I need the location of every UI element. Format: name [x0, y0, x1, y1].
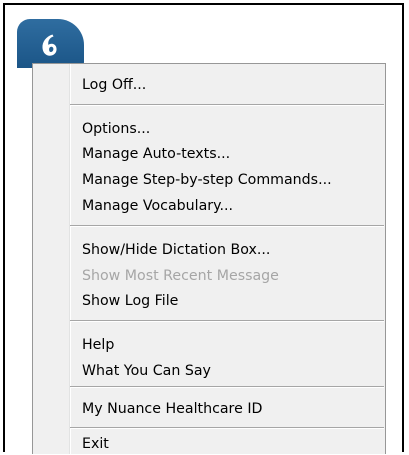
menu-item-options[interactable]: Options...: [82, 118, 381, 140]
menu-item-my-nuance-healthcare-id[interactable]: My Nuance Healthcare ID: [82, 398, 381, 420]
menu-item-show-hide-dictation-box[interactable]: Show/Hide Dictation Box...: [82, 239, 381, 261]
menu-item-show-log-file[interactable]: Show Log File: [82, 290, 381, 312]
app-context-menu: Log Off... Options... Manage Auto-texts.…: [32, 63, 386, 454]
menu-item-manage-auto-texts[interactable]: Manage Auto-texts...: [82, 143, 381, 165]
menu-icon-gutter: [69, 64, 71, 454]
menu-separator: [70, 320, 384, 322]
menu-item-exit[interactable]: Exit: [82, 433, 381, 455]
menu-item-manage-vocabulary[interactable]: Manage Vocabulary...: [82, 195, 381, 217]
menu-item-manage-step-by-step-commands[interactable]: Manage Step-by-step Commands...: [82, 169, 381, 191]
menu-separator: [70, 225, 384, 227]
menu-separator: [70, 104, 384, 106]
menu-item-log-off[interactable]: Log Off...: [82, 74, 381, 96]
dragon-app-icon: [42, 34, 57, 56]
menu-item-show-most-recent-message: Show Most Recent Message: [82, 268, 279, 284]
menu-item-what-you-can-say[interactable]: What You Can Say: [82, 360, 381, 382]
app-menu-button[interactable]: [17, 19, 84, 68]
menu-separator: [70, 427, 384, 429]
menu-separator: [70, 386, 384, 388]
menu-item-help[interactable]: Help: [82, 334, 381, 356]
